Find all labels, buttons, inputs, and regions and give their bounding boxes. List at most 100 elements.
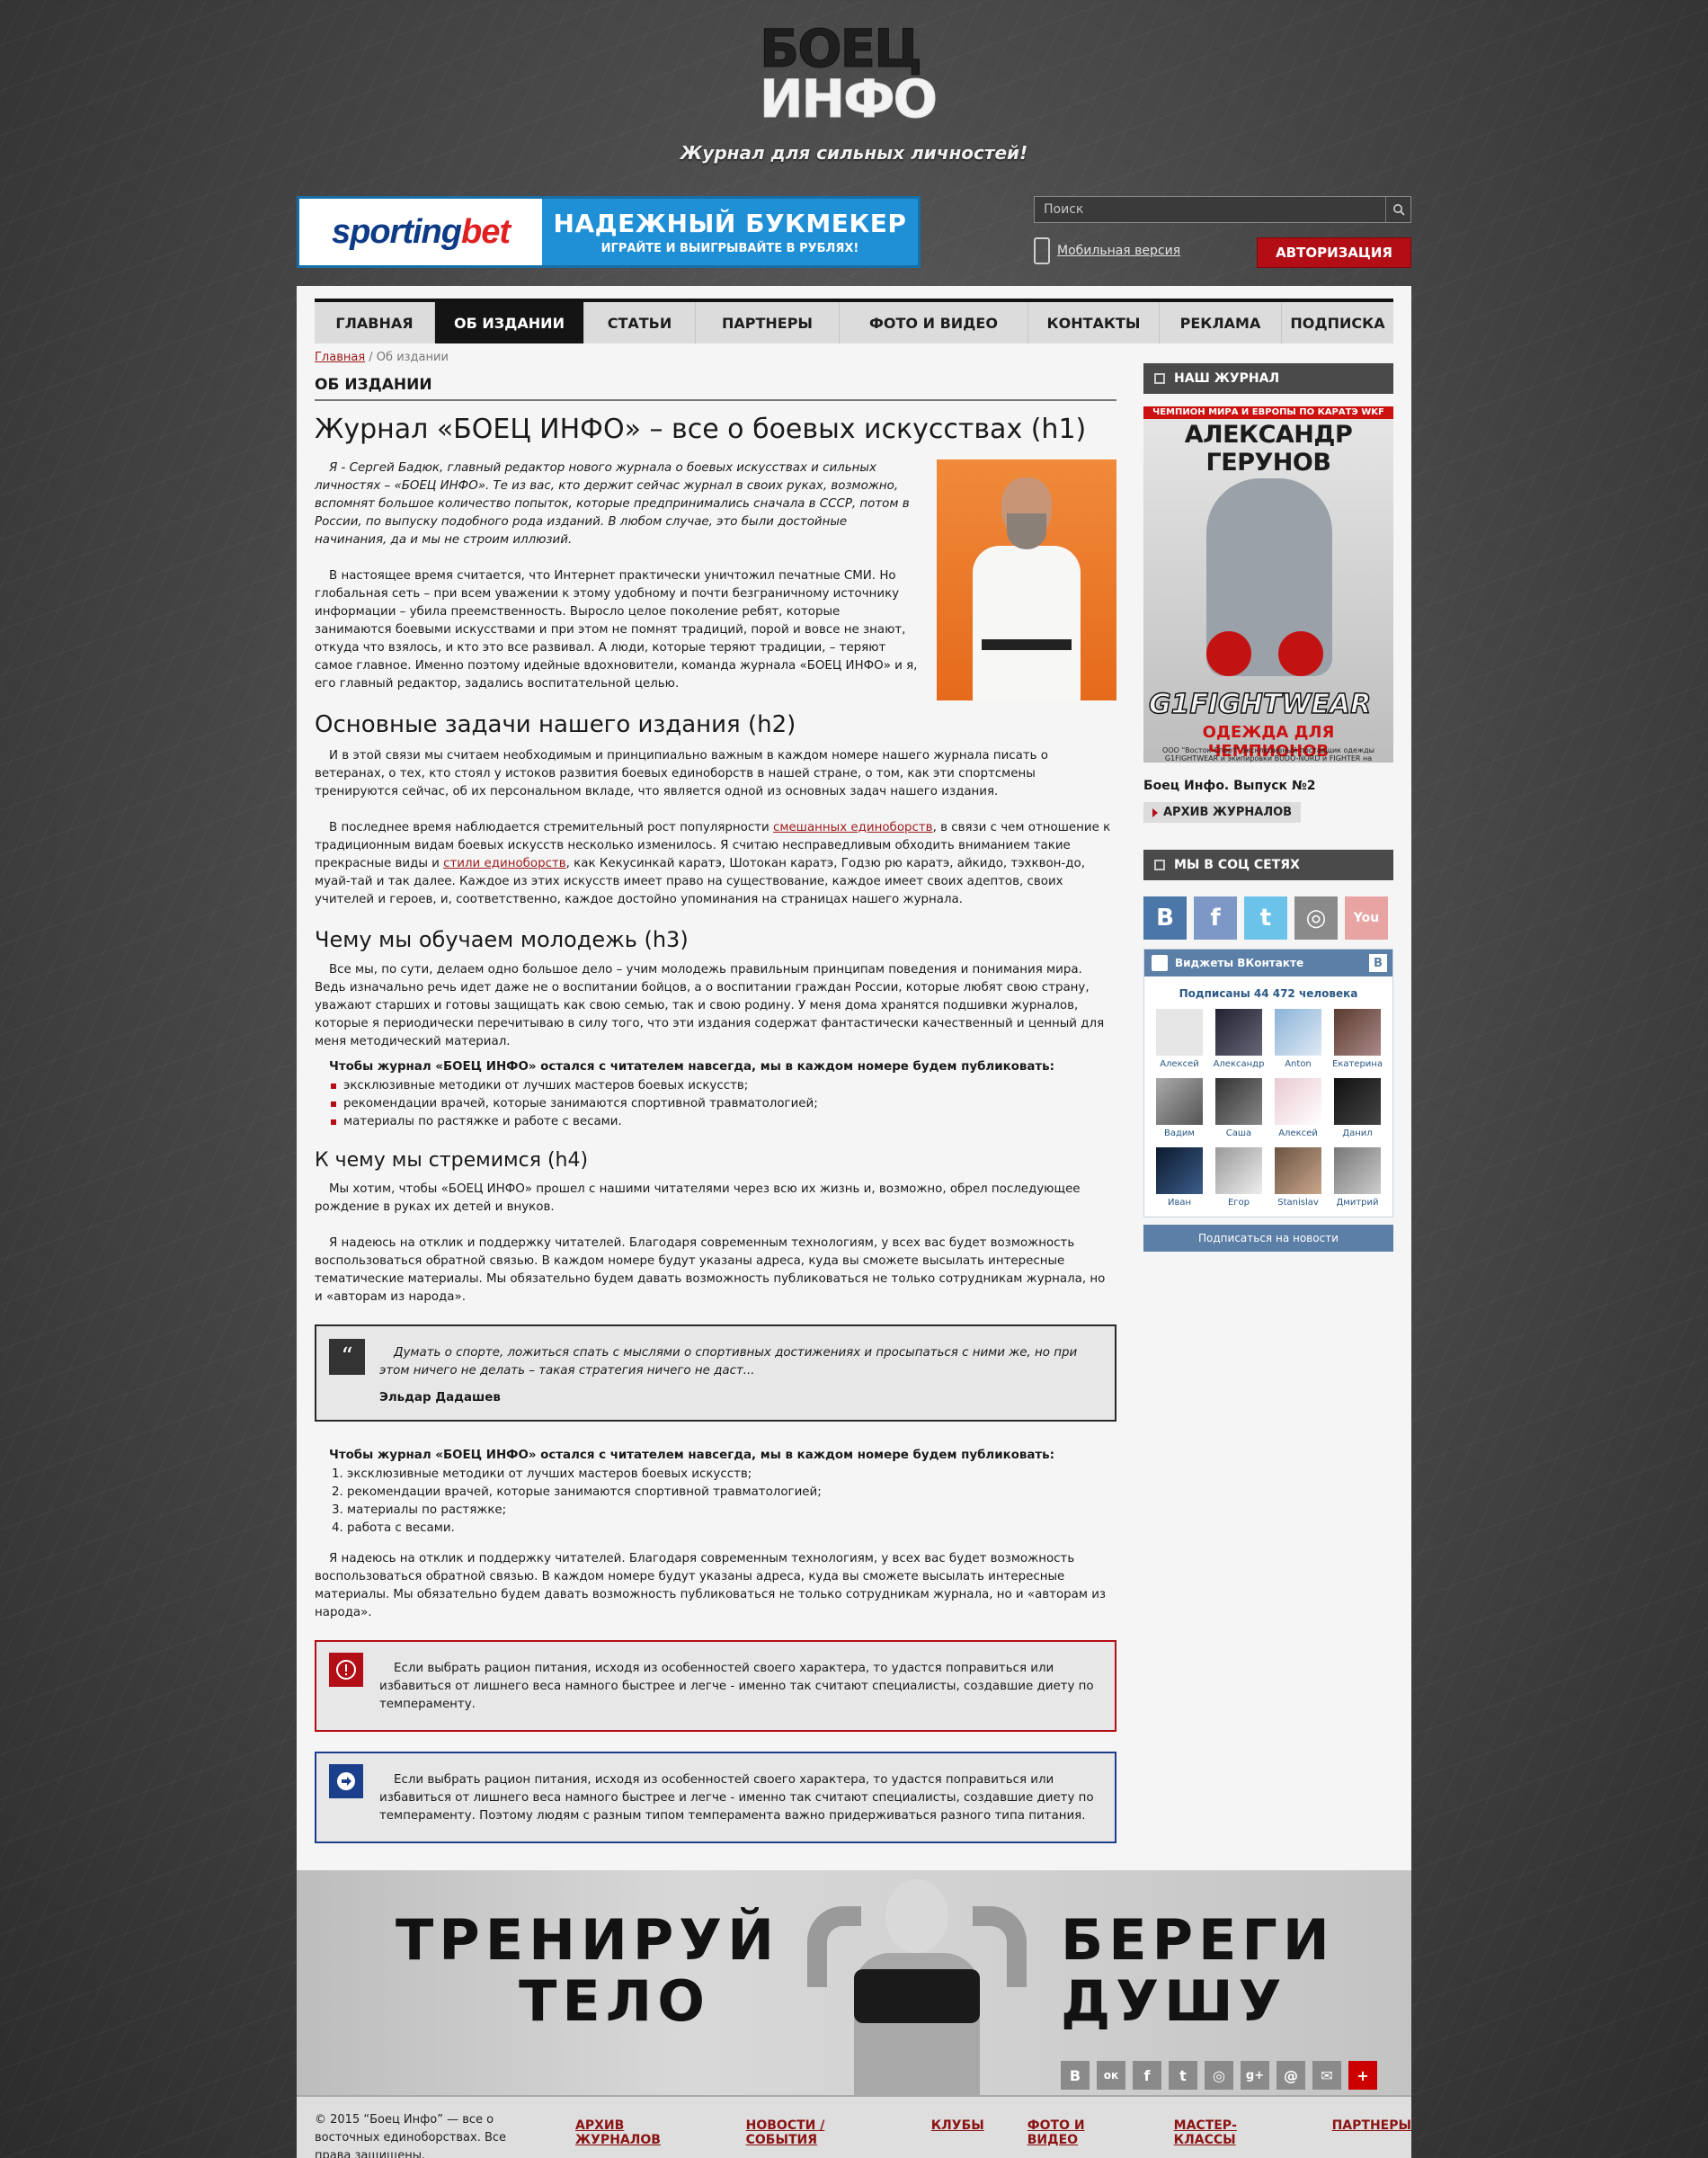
vk-icon[interactable]: В xyxy=(1369,954,1387,972)
nav-item-contacts[interactable]: КОНТАКТЫ xyxy=(1028,302,1160,343)
nav-item-about[interactable]: ОБ ИЗДАНИИ xyxy=(435,302,584,343)
sidebar-journal-title: НАШ ЖУРНАЛ xyxy=(1174,371,1280,386)
footer-link-archive[interactable]: АРХИВ ЖУРНАЛОВ xyxy=(575,2118,703,2147)
quote-author: Эльдар Дадашев xyxy=(379,1391,501,1404)
vk-user-name: Алексей xyxy=(1160,1059,1199,1069)
athlete-image xyxy=(800,1879,1034,2095)
footer-link-partners[interactable]: ПАРТНЕРЫ xyxy=(1332,2118,1411,2147)
warning-note-text: Если выбрать рацион питания, исходя из о… xyxy=(379,1662,1094,1711)
link-martial-styles[interactable]: стили единоборств xyxy=(443,857,566,870)
cover-top-line: ЧЕМПИОН МИРА И ЕВРОПЫ ПО КАРАТЭ WKF xyxy=(1143,406,1393,419)
paragraph-5: Мы хотим, чтобы «БОЕЦ ИНФО» прошел с наш… xyxy=(315,1182,1081,1214)
arrow-right-icon xyxy=(329,1764,363,1798)
vk-user[interactable]: Алексей xyxy=(1268,1078,1328,1138)
vk-user[interactable]: Екатерина xyxy=(1328,1009,1387,1069)
warning-note: Если выбрать рацион питания, исходя из о… xyxy=(315,1640,1116,1732)
vk-user-name: Екатерина xyxy=(1332,1059,1383,1069)
vk-user[interactable]: Вадим xyxy=(1150,1078,1209,1138)
vk-user-name: Данил xyxy=(1342,1128,1373,1138)
avatar xyxy=(1215,1147,1262,1194)
nav-item-subscribe[interactable]: ПОДПИСКА xyxy=(1282,302,1393,343)
vk-user[interactable]: Саша xyxy=(1209,1078,1268,1138)
vk-user[interactable]: Данил xyxy=(1328,1078,1387,1138)
site-logo[interactable]: БОЕЦ ИНФО xyxy=(760,22,975,126)
promo-left-text: ТРЕНИРУЙ ТЕЛО xyxy=(396,1910,774,2032)
article-h4: К чему мы стремимся (h4) xyxy=(315,1149,589,1172)
search-icon[interactable] xyxy=(1385,197,1410,222)
archive-button-label: АРХИВ ЖУРНАЛОВ xyxy=(1163,806,1293,819)
vk-user[interactable]: Иван xyxy=(1150,1147,1209,1208)
mail-at-icon[interactable]: @ xyxy=(1277,2061,1305,2090)
content-container: ГЛАВНАЯ ОБ ИЗДАНИИ СТАТЬИ ПАРТНЕРЫ ФОТО … xyxy=(297,286,1411,2158)
cover-brand: G1FIGHTWEAR xyxy=(1148,688,1372,721)
triangle-right-icon xyxy=(1152,807,1158,817)
bullet-list: эксклюзивные методики от лучших мастеров… xyxy=(329,1077,1116,1131)
vk-user[interactable]: Алексей xyxy=(1150,1009,1209,1069)
instagram-icon[interactable]: ◎ xyxy=(1294,896,1338,940)
google-plus-icon[interactable]: g+ xyxy=(1241,2061,1269,2090)
vk-widget-title: Виджеты ВКонтакте xyxy=(1175,957,1304,969)
youtube-icon[interactable]: You xyxy=(1345,896,1388,940)
mobile-version: Мобильная версия xyxy=(1034,237,1180,264)
vk-widget: Виджеты ВКонтакте В Подписаны 44 472 чел… xyxy=(1143,949,1393,1217)
plus-icon[interactable]: + xyxy=(1348,2061,1377,2090)
search-box xyxy=(1034,196,1411,223)
quote-text: Думать о спорте, ложиться спать с мыслям… xyxy=(379,1346,1078,1378)
archive-button[interactable]: АРХИВ ЖУРНАЛОВ xyxy=(1143,802,1302,823)
vk-user[interactable]: Дмитрий xyxy=(1328,1147,1387,1208)
paragraph-6: Я надеюсь на отклик и поддержку читателе… xyxy=(315,1236,1106,1304)
instagram-icon[interactable]: ◎ xyxy=(1205,2061,1233,2090)
list-item: материалы по растяжке и работе с весами. xyxy=(329,1113,1116,1131)
auth-button[interactable]: АВТОРИЗАЦИЯ xyxy=(1257,237,1411,268)
footer-link-master-classes[interactable]: МАСТЕР-КЛАССЫ xyxy=(1174,2118,1289,2147)
facebook-icon[interactable]: f xyxy=(1194,896,1237,940)
journal-cover[interactable]: ЧЕМПИОН МИРА И ЕВРОПЫ ПО КАРАТЭ WKF АЛЕК… xyxy=(1143,406,1393,762)
twitter-icon[interactable]: t xyxy=(1169,2061,1197,2090)
avatar xyxy=(1334,1078,1381,1125)
odnoklassniki-icon[interactable]: ок xyxy=(1097,2061,1125,2090)
email-icon[interactable]: ✉ xyxy=(1312,2061,1341,2090)
copyright: © 2015 “Боец Инфо” — все о восточных еди… xyxy=(315,2113,507,2158)
list-item: работа с весами. xyxy=(347,1520,1116,1538)
article-h3: Чему мы обучаем молодежь (h3) xyxy=(315,927,689,952)
footer-link-photo-video[interactable]: ФОТО И ВИДЕО xyxy=(1027,2118,1131,2147)
paragraph-2: И в этой связи мы считаем необходимым и … xyxy=(315,749,1048,798)
vk-user[interactable]: Егор xyxy=(1209,1147,1268,1208)
paragraph-7: Я надеюсь на отклик и поддержку читателе… xyxy=(315,1552,1107,1619)
vk-user-name: Дмитрий xyxy=(1336,1198,1379,1208)
vk-user[interactable]: Stanislav xyxy=(1268,1147,1328,1208)
banner-title: НАДЕЖНЫЙ БУКМЕКЕР xyxy=(553,209,907,238)
search-input[interactable] xyxy=(1035,197,1385,222)
nav-item-partners[interactable]: ПАРТНЕРЫ xyxy=(696,302,840,343)
banner-brand-a: sporting xyxy=(332,212,462,251)
avatar xyxy=(1334,1147,1381,1194)
mobile-version-link[interactable]: Мобильная версия xyxy=(1057,244,1180,258)
promo-right-line-1: БЕРЕГИ xyxy=(1061,1907,1335,1973)
nav-item-home[interactable]: ГЛАВНАЯ xyxy=(315,302,435,343)
vk-icon[interactable]: В xyxy=(1061,2061,1090,2090)
avatar xyxy=(1275,1147,1321,1194)
vk-user[interactable]: Александр xyxy=(1209,1009,1268,1069)
avatar xyxy=(1334,1009,1381,1056)
sidebar-journal-header: НАШ ЖУРНАЛ xyxy=(1143,363,1393,394)
exclamation-icon xyxy=(329,1653,363,1687)
footer-link-clubs[interactable]: КЛУБЫ xyxy=(931,2118,984,2147)
list-item: рекомендации врачей, которые занимаются … xyxy=(329,1095,1116,1113)
nav-item-ads[interactable]: РЕКЛАМА xyxy=(1160,302,1282,343)
main-nav: ГЛАВНАЯ ОБ ИЗДАНИИ СТАТЬИ ПАРТНЕРЫ ФОТО … xyxy=(315,299,1393,343)
vk-user[interactable]: Anton xyxy=(1268,1009,1328,1069)
breadcrumb-home[interactable]: Главная xyxy=(315,351,365,364)
nav-item-articles[interactable]: СТАТЬИ xyxy=(584,302,696,343)
vk-icon[interactable]: В xyxy=(1143,896,1187,940)
section-title: ОБ ИЗДАНИИ xyxy=(315,376,1116,401)
vk-subscribe-button[interactable]: Подписаться на новости xyxy=(1143,1225,1393,1252)
footer-link-news[interactable]: НОВОСТИ / СОБЫТИЯ xyxy=(746,2118,888,2147)
link-mixed-martial-arts[interactable]: смешанных единоборств xyxy=(773,821,933,834)
cover-small-print: ООО "Восток-Спорт" эксклюзивный поставщи… xyxy=(1162,746,1374,762)
promo-banner: ТРЕНИРУЙ ТЕЛО БЕРЕГИ ДУШУ В ок f t ◎ g+ … xyxy=(297,1870,1411,2095)
promo-right-text: БЕРЕГИ ДУШУ xyxy=(1061,1910,1335,2032)
facebook-icon[interactable]: f xyxy=(1133,2061,1161,2090)
twitter-icon[interactable]: t xyxy=(1244,896,1287,940)
nav-item-photo-video[interactable]: ФОТО И ВИДЕО xyxy=(840,302,1028,343)
ad-banner[interactable]: sporting bet НАДЕЖНЫЙ БУКМЕКЕР ИГРАЙТЕ И … xyxy=(297,196,921,268)
